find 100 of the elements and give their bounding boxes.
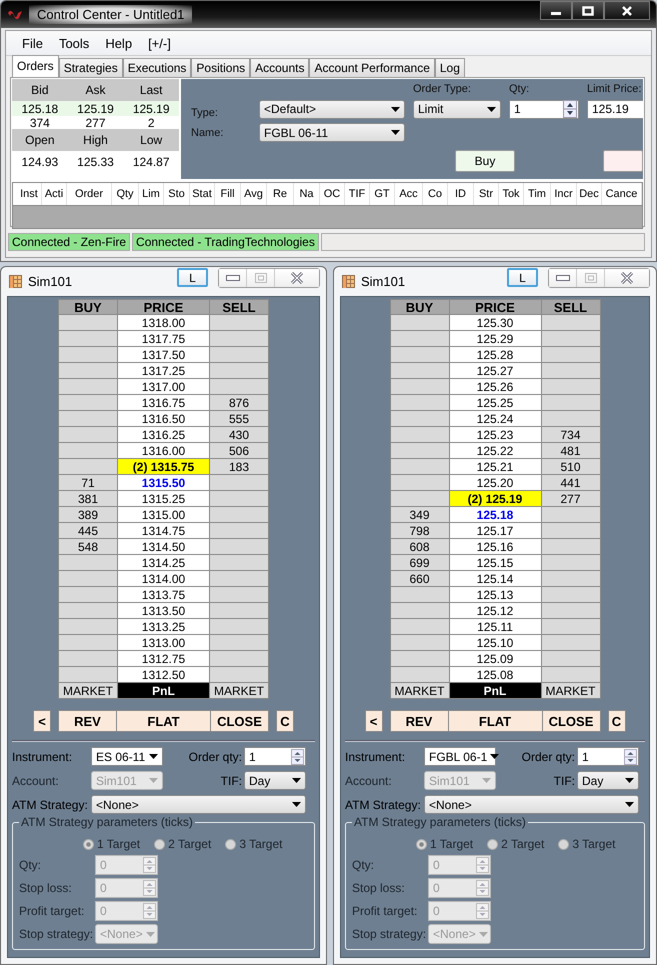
buy-cell[interactable]: [58, 603, 117, 619]
market-button[interactable]: MARKET: [390, 683, 448, 699]
column-header[interactable]: Re: [267, 183, 294, 205]
buy-cell[interactable]: [390, 619, 448, 635]
column-header[interactable]: Stat: [190, 183, 215, 205]
target-radio[interactable]: 2 Target: [154, 837, 212, 851]
buy-cell[interactable]: [390, 347, 448, 363]
market-button[interactable]: MARKET: [58, 683, 117, 699]
action-button[interactable]: <: [364, 710, 382, 732]
column-header[interactable]: Str: [474, 183, 499, 205]
sell-cell[interactable]: [542, 363, 600, 379]
sell-cell[interactable]: 481: [542, 443, 600, 459]
form-control[interactable]: Day: [244, 771, 306, 790]
atm-strategy-dropdown[interactable]: <None>: [91, 795, 306, 814]
sell-cell[interactable]: [542, 411, 600, 427]
sell-cell[interactable]: [542, 555, 600, 571]
buy-cell[interactable]: [390, 411, 448, 427]
buy-cell[interactable]: [58, 651, 117, 667]
column-header[interactable]: GT: [370, 183, 395, 205]
buy-cell[interactable]: [390, 459, 448, 475]
link-button[interactable]: L: [177, 268, 208, 287]
buy-cell[interactable]: [58, 411, 117, 427]
sell-cell[interactable]: [210, 571, 269, 587]
buy-cell[interactable]: [58, 379, 117, 395]
column-header[interactable]: Incr: [551, 183, 577, 205]
sell-cell[interactable]: [542, 667, 600, 683]
sell-cell[interactable]: [210, 667, 269, 683]
buy-cell[interactable]: [390, 651, 448, 667]
buy-cell[interactable]: [390, 379, 448, 395]
buy-cell[interactable]: [390, 395, 448, 411]
sell-cell[interactable]: 430: [210, 427, 269, 443]
action-button[interactable]: FLAT: [117, 710, 210, 732]
tab[interactable]: Strategies: [58, 58, 123, 77]
tab[interactable]: Accounts: [250, 58, 310, 77]
sell-cell[interactable]: [210, 603, 269, 619]
action-button[interactable]: CLOSE: [542, 710, 600, 732]
buy-cell[interactable]: 389: [58, 507, 117, 523]
type-dropdown[interactable]: <Default>: [259, 100, 405, 118]
sell-cell[interactable]: [542, 635, 600, 651]
sell-cell[interactable]: [210, 491, 269, 507]
column-header[interactable]: Inst: [17, 183, 42, 205]
sell-cell[interactable]: [542, 347, 600, 363]
name-dropdown[interactable]: FGBL 06-11: [259, 123, 405, 142]
column-header[interactable]: Sto: [164, 183, 190, 205]
link-button[interactable]: L: [507, 268, 538, 287]
sell-cell[interactable]: [542, 379, 600, 395]
sell-cell[interactable]: [542, 651, 600, 667]
form-control[interactable]: 1: [577, 747, 639, 766]
buy-cell[interactable]: 349: [390, 507, 448, 523]
qty-spinner[interactable]: 1: [509, 100, 579, 118]
action-button[interactable]: CLOSE: [210, 710, 269, 732]
column-header[interactable]: Acti: [42, 183, 67, 205]
buy-cell[interactable]: [58, 427, 117, 443]
order-type-dropdown[interactable]: Limit: [413, 100, 501, 118]
limit-price-field[interactable]: 125.19: [587, 100, 643, 118]
buy-cell[interactable]: 71: [58, 475, 117, 491]
buy-cell[interactable]: 699: [390, 555, 448, 571]
pnl-cell[interactable]: PnL: [117, 683, 210, 699]
sell-cell[interactable]: [210, 315, 269, 331]
buy-cell[interactable]: [390, 427, 448, 443]
column-header[interactable]: Qty: [112, 183, 139, 205]
action-button[interactable]: REV: [390, 710, 448, 732]
sell-cell[interactable]: [542, 523, 600, 539]
column-header[interactable]: Cance: [602, 183, 642, 205]
buy-cell[interactable]: [58, 667, 117, 683]
sell-cell[interactable]: [542, 603, 600, 619]
buy-cell[interactable]: [390, 475, 448, 491]
sell-cell[interactable]: [210, 587, 269, 603]
buy-cell[interactable]: [58, 395, 117, 411]
buy-cell[interactable]: 445: [58, 523, 117, 539]
menu-item[interactable]: File: [14, 36, 51, 50]
buy-cell[interactable]: 548: [58, 539, 117, 555]
close-button[interactable]: [604, 1, 650, 20]
column-header[interactable]: Tim: [524, 183, 551, 205]
tab[interactable]: Executions: [122, 58, 192, 77]
sell-cell[interactable]: [210, 539, 269, 555]
sell-cell[interactable]: 555: [210, 411, 269, 427]
column-header[interactable]: Na: [294, 183, 320, 205]
buy-cell[interactable]: [58, 571, 117, 587]
maximize-button[interactable]: [572, 1, 604, 20]
column-header[interactable]: Co: [423, 183, 448, 205]
action-button[interactable]: <: [33, 710, 51, 732]
buy-cell[interactable]: [390, 331, 448, 347]
buy-cell[interactable]: 798: [390, 523, 448, 539]
form-control[interactable]: FGBL 06-1: [424, 747, 496, 766]
buy-cell[interactable]: [390, 603, 448, 619]
sell-button[interactable]: [603, 150, 643, 172]
column-header[interactable]: Tok: [499, 183, 524, 205]
menu-item[interactable]: Help: [97, 36, 140, 50]
tab[interactable]: Account Performance: [309, 58, 435, 77]
action-button[interactable]: C: [608, 710, 626, 732]
sell-cell[interactable]: 506: [210, 443, 269, 459]
buy-cell[interactable]: [390, 315, 448, 331]
form-control[interactable]: 1: [244, 747, 306, 766]
market-button[interactable]: MARKET: [210, 683, 269, 699]
pnl-cell[interactable]: PnL: [448, 683, 542, 699]
buy-cell[interactable]: [58, 331, 117, 347]
action-button[interactable]: C: [276, 710, 294, 732]
sell-cell[interactable]: [210, 379, 269, 395]
sell-cell[interactable]: [542, 315, 600, 331]
